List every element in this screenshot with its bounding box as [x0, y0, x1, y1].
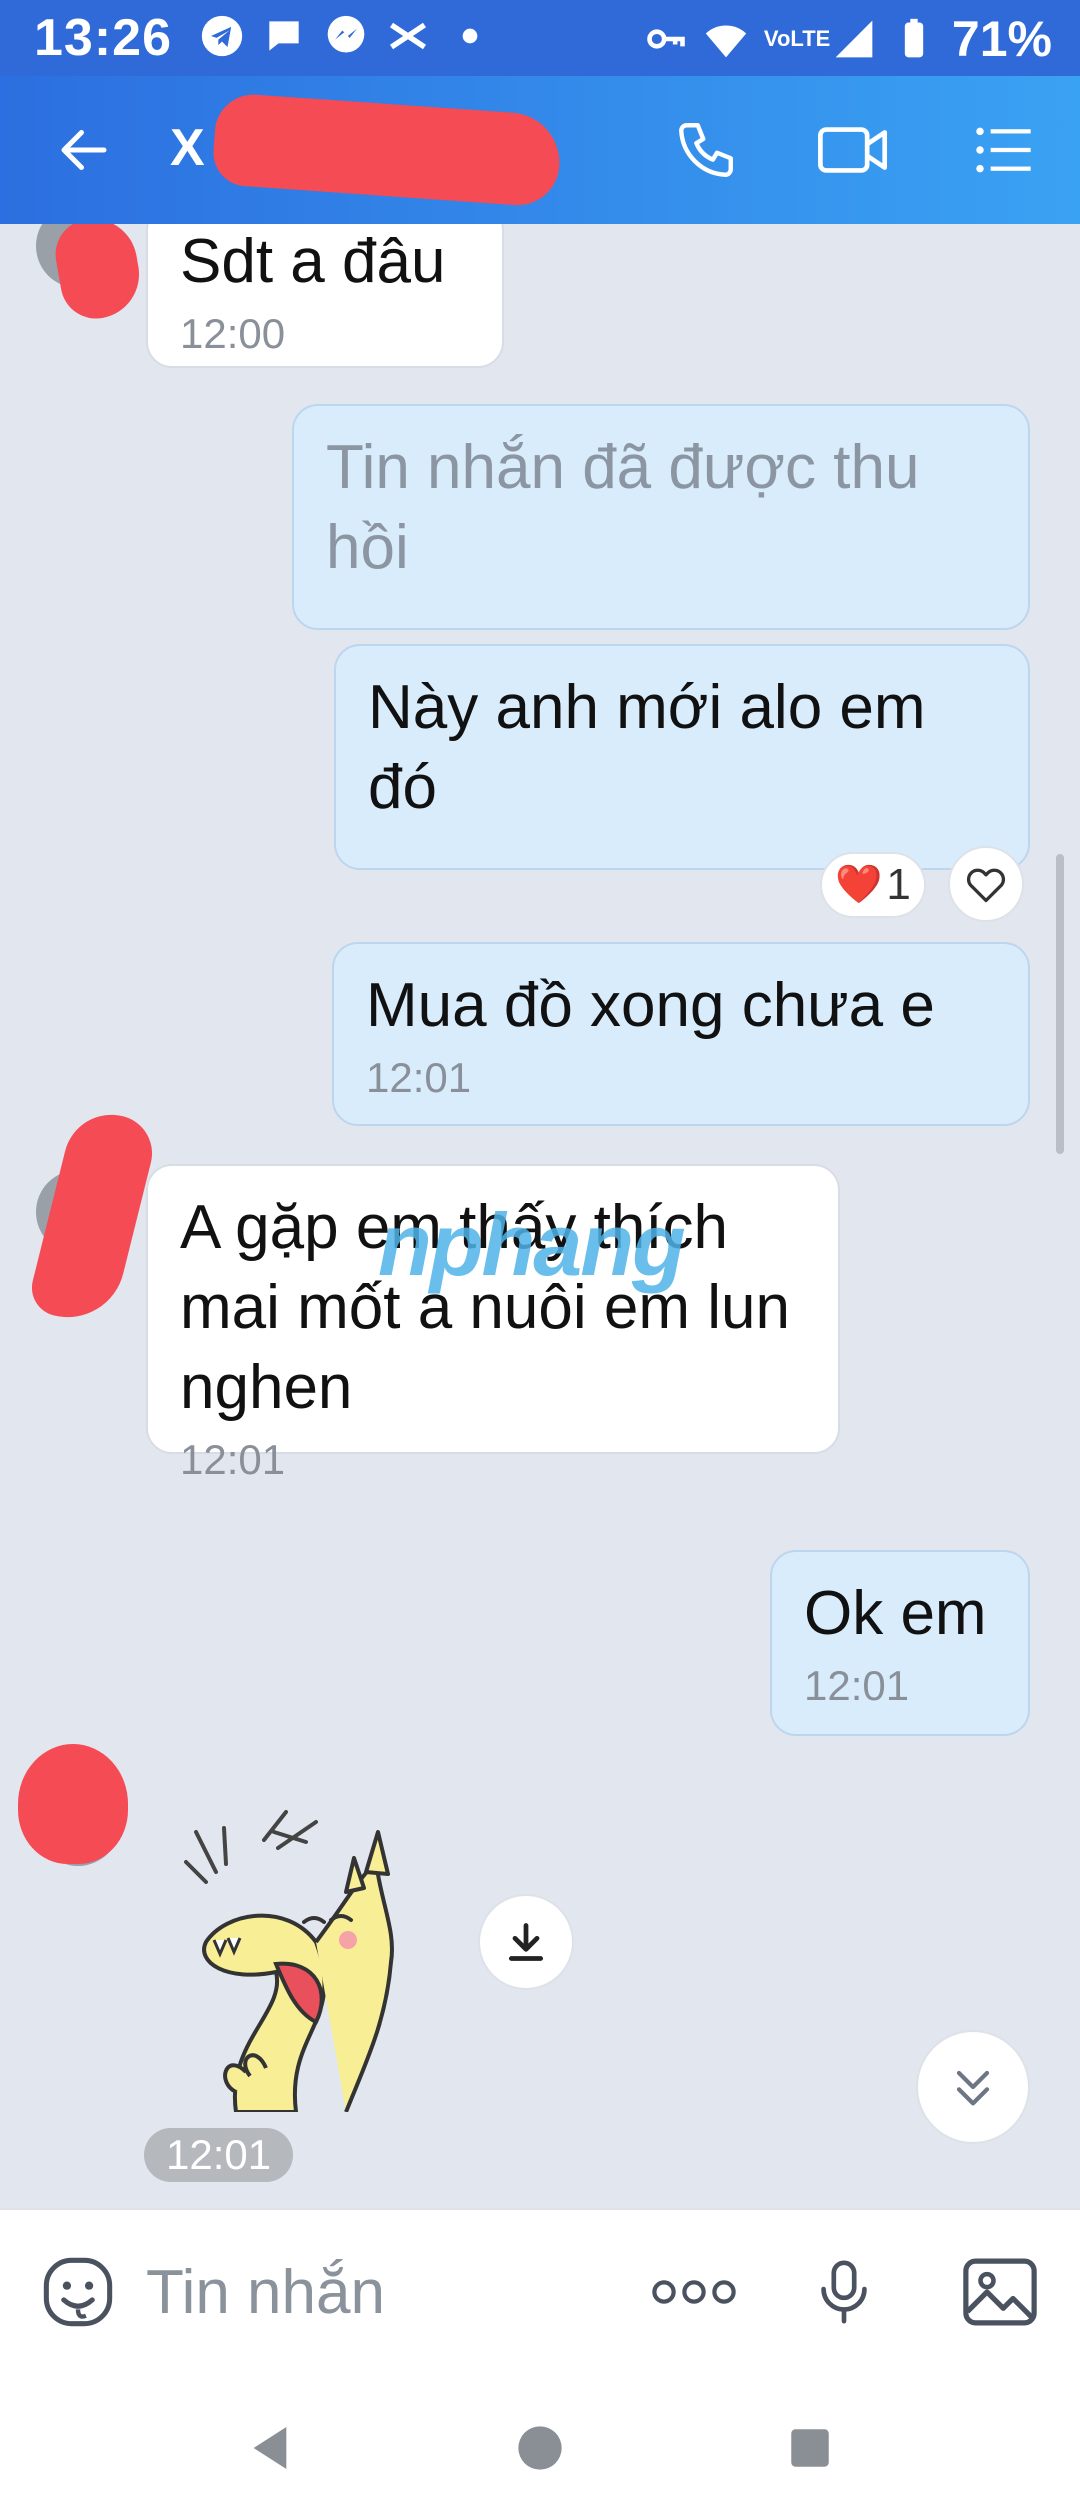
chat-bubble-icon [269, 21, 299, 51]
heart-reaction-icon: ❤️ [835, 864, 883, 906]
message-bubble-outgoing[interactable]: Này anh mới alo em đó [334, 644, 1030, 870]
network-label: VoLTE [763, 26, 831, 51]
reaction-summary[interactable]: ❤️ 1 [820, 852, 926, 918]
message-text: Này anh mới alo em đó [368, 673, 926, 822]
emoji-button[interactable] [34, 2248, 122, 2336]
redaction-mark [211, 92, 563, 208]
message-text: Ok em [804, 1579, 987, 1648]
scrollbar[interactable] [1056, 854, 1064, 1154]
wifi-icon [705, 25, 747, 58]
video-call-icon [818, 127, 888, 173]
more-dots-icon [652, 2280, 736, 2304]
back-button[interactable] [40, 106, 128, 194]
contact-name[interactable]: X [170, 118, 205, 178]
voice-message-button[interactable] [800, 2248, 888, 2336]
capcut-icon [389, 22, 427, 50]
chat-menu-button[interactable] [960, 106, 1048, 194]
message-text: Mua đồ xong chưa e [366, 971, 935, 1040]
download-icon [508, 1923, 544, 1961]
android-nav-bar [0, 2372, 1080, 2520]
more-options-button[interactable] [644, 2248, 744, 2336]
nav-back-button[interactable] [230, 2408, 310, 2488]
image-gallery-button[interactable] [956, 2248, 1044, 2336]
menu-list-icon [976, 127, 1031, 173]
nav-recents-button[interactable] [770, 2408, 850, 2488]
reaction-count: 1 [886, 860, 911, 909]
emoji-icon [43, 2257, 113, 2327]
message-time: 12:01 [366, 1054, 472, 1101]
recalled-message-text: Tin nhắn đã được thu hồi [326, 433, 920, 582]
message-input-bar [0, 2208, 1080, 2372]
laughing-dinosaur-sticker[interactable] [166, 1792, 426, 2112]
message-input[interactable] [146, 2250, 586, 2334]
message-bubble-incoming[interactable]: Sdt a đâu 12:00 [146, 224, 504, 368]
chat-header: X [0, 76, 1080, 224]
image-gallery-icon [963, 2258, 1037, 2326]
watermark: nphang [378, 1195, 686, 1294]
message-bubble-outgoing[interactable]: Tin nhắn đã được thu hồi [292, 404, 1030, 630]
dot-icon [462, 28, 478, 44]
double-chevron-down-icon [956, 2070, 990, 2106]
call-button[interactable] [662, 106, 750, 194]
message-bubble-outgoing[interactable]: Ok em 12:01 [770, 1550, 1030, 1736]
redaction-mark [49, 224, 147, 325]
download-button[interactable] [478, 1894, 574, 1990]
heart-outline-icon [967, 868, 1005, 903]
messenger-icon [327, 15, 365, 53]
sticker-time: 12:01 [144, 2128, 294, 2182]
battery-percent: 71% [951, 11, 1052, 67]
nav-home-button[interactable] [500, 2408, 580, 2488]
video-call-button[interactable] [810, 106, 898, 194]
scroll-to-bottom-button[interactable] [916, 2030, 1030, 2144]
status-bar: 13:26 VoLTE 71% [0, 0, 1080, 76]
back-triangle-icon [253, 2427, 287, 2469]
phone-icon [679, 123, 733, 177]
key-icon [647, 29, 685, 49]
message-bubble-outgoing[interactable]: Mua đồ xong chưa e 12:01 [332, 942, 1030, 1126]
recents-square-icon [791, 2429, 829, 2467]
telegram-icon [201, 15, 243, 57]
message-time: 12:01 [804, 1662, 910, 1709]
message-time: 12:00 [180, 310, 286, 357]
redaction-mark [18, 1744, 128, 1864]
microphone-icon [821, 2260, 867, 2324]
react-button[interactable] [948, 846, 1024, 922]
signal-icon [835, 20, 873, 58]
message-text: Sdt a đâu [180, 227, 446, 296]
message-time: 12:01 [180, 1436, 286, 1483]
chat-area[interactable]: Sdt a đâu 12:00 Tin nhắn đã được thu hồi… [0, 224, 1080, 2208]
status-time: 13:26 [34, 9, 172, 67]
battery-icon [904, 18, 924, 58]
back-arrow-icon [61, 130, 107, 170]
home-circle-icon [518, 2426, 562, 2470]
